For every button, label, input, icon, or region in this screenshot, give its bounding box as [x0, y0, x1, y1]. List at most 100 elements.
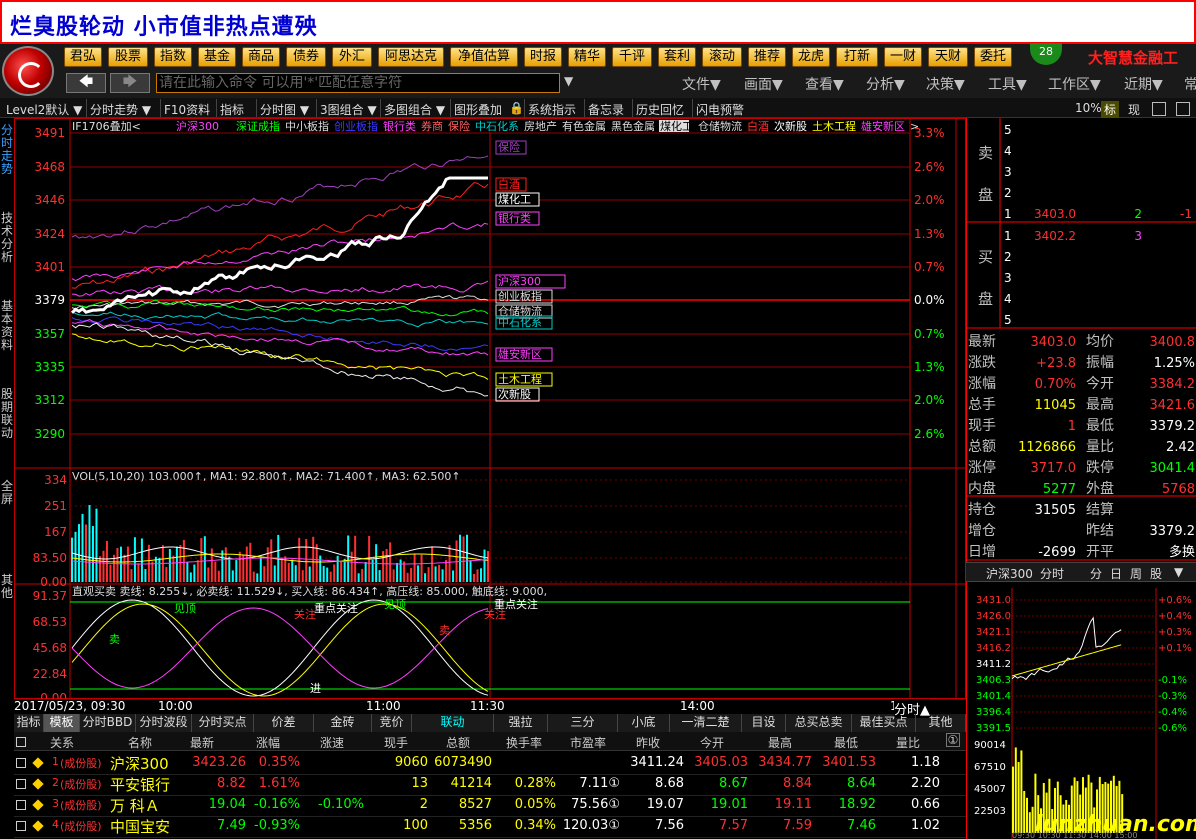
- mini-tab[interactable]: 分时: [1040, 565, 1064, 582]
- table-header-cell[interactable]: 最新: [190, 734, 214, 751]
- close-panel-icon[interactable]: [1176, 102, 1190, 116]
- left-tab[interactable]: 股期联动: [0, 388, 14, 440]
- mini-tab[interactable]: 沪深300: [986, 565, 1033, 582]
- quick-button[interactable]: 净值估算: [450, 47, 518, 67]
- bottom-tab[interactable]: 金砖: [314, 714, 372, 732]
- table-header-cell[interactable]: 涨速: [320, 734, 344, 751]
- stock-name[interactable]: 中国宝安: [110, 816, 170, 837]
- quick-button[interactable]: 君弘: [64, 47, 102, 67]
- quick-button[interactable]: 套利: [658, 47, 696, 67]
- top-menu-item[interactable]: 决策▼: [926, 74, 965, 94]
- view-toolbar-item[interactable]: 指标: [220, 101, 244, 118]
- bottom-tab[interactable]: 竞价: [372, 714, 412, 732]
- row-checkbox[interactable]: [16, 779, 26, 789]
- app-logo-icon[interactable]: [2, 46, 54, 96]
- bottom-tab[interactable]: 模板: [44, 714, 80, 732]
- stock-name[interactable]: 沪深300: [110, 753, 169, 774]
- quick-button[interactable]: 天财: [928, 47, 968, 67]
- bottom-tab[interactable]: 一清二楚: [670, 714, 742, 732]
- top-menu-item[interactable]: 分析▼: [866, 74, 905, 94]
- top-menu-item[interactable]: 画面▼: [744, 74, 783, 94]
- bottom-tab[interactable]: 最佳买点: [852, 714, 916, 732]
- row-checkbox[interactable]: [16, 800, 26, 810]
- table-header-cell[interactable]: 涨幅: [256, 734, 280, 751]
- quick-button[interactable]: 滚动: [702, 47, 742, 67]
- left-tab[interactable]: 分时走势: [0, 124, 14, 176]
- bottom-tab[interactable]: 指标: [14, 714, 44, 732]
- view-toolbar-item[interactable]: 闪电预警: [696, 101, 744, 118]
- select-all-checkbox[interactable]: [16, 737, 26, 747]
- quick-button[interactable]: 千评: [612, 47, 652, 67]
- bottom-tab[interactable]: 分时买点: [192, 714, 254, 732]
- command-dropdown-icon[interactable]: ▼: [564, 74, 573, 88]
- table-header-cell[interactable]: 名称: [128, 734, 152, 751]
- quick-button[interactable]: 一财: [884, 47, 922, 67]
- row-checkbox[interactable]: [16, 821, 26, 831]
- table-settings-icon[interactable]: ①: [946, 733, 960, 747]
- quick-button[interactable]: 阿思达克: [378, 47, 444, 67]
- view-toolbar-item[interactable]: 分时走势 ▼: [90, 101, 151, 118]
- bottom-tab[interactable]: 其他: [916, 714, 966, 732]
- quick-button[interactable]: 基金: [198, 47, 236, 67]
- stock-name[interactable]: 平安银行: [110, 774, 170, 795]
- quick-button[interactable]: 外汇: [332, 47, 372, 67]
- quick-button[interactable]: 时报: [524, 47, 562, 67]
- quick-button[interactable]: 打新: [836, 47, 878, 67]
- left-tab[interactable]: 全屏: [0, 480, 14, 506]
- forward-button[interactable]: 🡆: [110, 73, 150, 93]
- table-header-cell[interactable]: 今开: [700, 734, 724, 751]
- view-toolbar-item[interactable]: 分时图 ▼: [260, 101, 309, 118]
- quick-button[interactable]: 股票: [108, 47, 148, 67]
- top-menu-item[interactable]: 常: [1184, 74, 1196, 94]
- bottom-tab[interactable]: 目设: [742, 714, 786, 732]
- bottom-tab[interactable]: 分时波段: [136, 714, 192, 732]
- view-toolbar-item[interactable]: 备忘录: [588, 101, 624, 118]
- quick-button[interactable]: 委托: [974, 47, 1012, 67]
- row-checkbox[interactable]: [16, 758, 26, 768]
- table-header-cell[interactable]: 最高: [768, 734, 792, 751]
- mini-tab[interactable]: ▼: [1174, 565, 1183, 579]
- mini-tab[interactable]: 周: [1130, 565, 1142, 582]
- bottom-tab[interactable]: 小底: [618, 714, 670, 732]
- view-toolbar-item[interactable]: Level2默认 ▼: [6, 101, 82, 118]
- stock-name[interactable]: 万 科Ａ: [110, 795, 160, 816]
- bottom-tab[interactable]: 总买总卖: [786, 714, 852, 732]
- mini-tab[interactable]: 日: [1110, 565, 1122, 582]
- mini-tab[interactable]: 分: [1090, 565, 1102, 582]
- bottom-tab[interactable]: 强拉: [494, 714, 548, 732]
- view-toolbar-item[interactable]: 历史回忆: [636, 101, 684, 118]
- command-input[interactable]: 请在此输入命令 可以用'*'匹配任意字符: [156, 73, 560, 93]
- top-menu-item[interactable]: 工作区▼: [1048, 74, 1101, 94]
- view-toolbar-item[interactable]: F10资料: [164, 101, 210, 118]
- bottom-tab[interactable]: 分时BBD: [80, 714, 136, 732]
- mini-tab[interactable]: 股: [1150, 565, 1162, 582]
- quick-button[interactable]: 龙虎: [792, 47, 830, 67]
- table-header-cell[interactable]: 现手: [384, 734, 408, 751]
- table-header-cell[interactable]: 最低: [834, 734, 858, 751]
- view-toolbar-item[interactable]: 3图组合 ▼: [320, 101, 377, 118]
- table-header-cell[interactable]: 换手率: [506, 734, 542, 751]
- table-header-cell[interactable]: 昨收: [636, 734, 660, 751]
- view-toolbar-item[interactable]: 图形叠加: [454, 101, 502, 118]
- zoom-level[interactable]: 10%: [1075, 101, 1102, 115]
- bottom-tab[interactable]: 三分: [548, 714, 618, 732]
- quick-button[interactable]: 推荐: [748, 47, 786, 67]
- view-toolbar-item[interactable]: 多图组合 ▼: [384, 101, 445, 118]
- quick-button[interactable]: 指数: [154, 47, 192, 67]
- table-header-cell[interactable]: 市盈率: [570, 734, 606, 751]
- quick-button[interactable]: 精华: [568, 47, 606, 67]
- left-tab[interactable]: 技术分析: [0, 212, 14, 264]
- left-tab[interactable]: 基本资料: [0, 300, 14, 352]
- tab-biao[interactable]: 标: [1101, 101, 1120, 118]
- top-menu-item[interactable]: 近期▼: [1124, 74, 1163, 94]
- window-restore-icon[interactable]: [1152, 102, 1166, 116]
- main-chart[interactable]: IF1706叠加< 沪深300 深证成指 中小板指 创业板指 银行类 券商 保险 中石化系 房地产…: [14, 118, 966, 700]
- left-tab[interactable]: 其他: [0, 574, 14, 600]
- quick-button[interactable]: 商品: [242, 47, 280, 67]
- table-header-cell[interactable]: 总额: [446, 734, 470, 751]
- top-menu-item[interactable]: 工具▼: [988, 74, 1027, 94]
- table-header-cell[interactable]: 量比: [896, 734, 920, 751]
- view-toolbar-item[interactable]: 系统指示: [528, 101, 576, 118]
- bottom-tab[interactable]: 联动: [412, 714, 494, 732]
- top-menu-item[interactable]: 查看▼: [805, 74, 844, 94]
